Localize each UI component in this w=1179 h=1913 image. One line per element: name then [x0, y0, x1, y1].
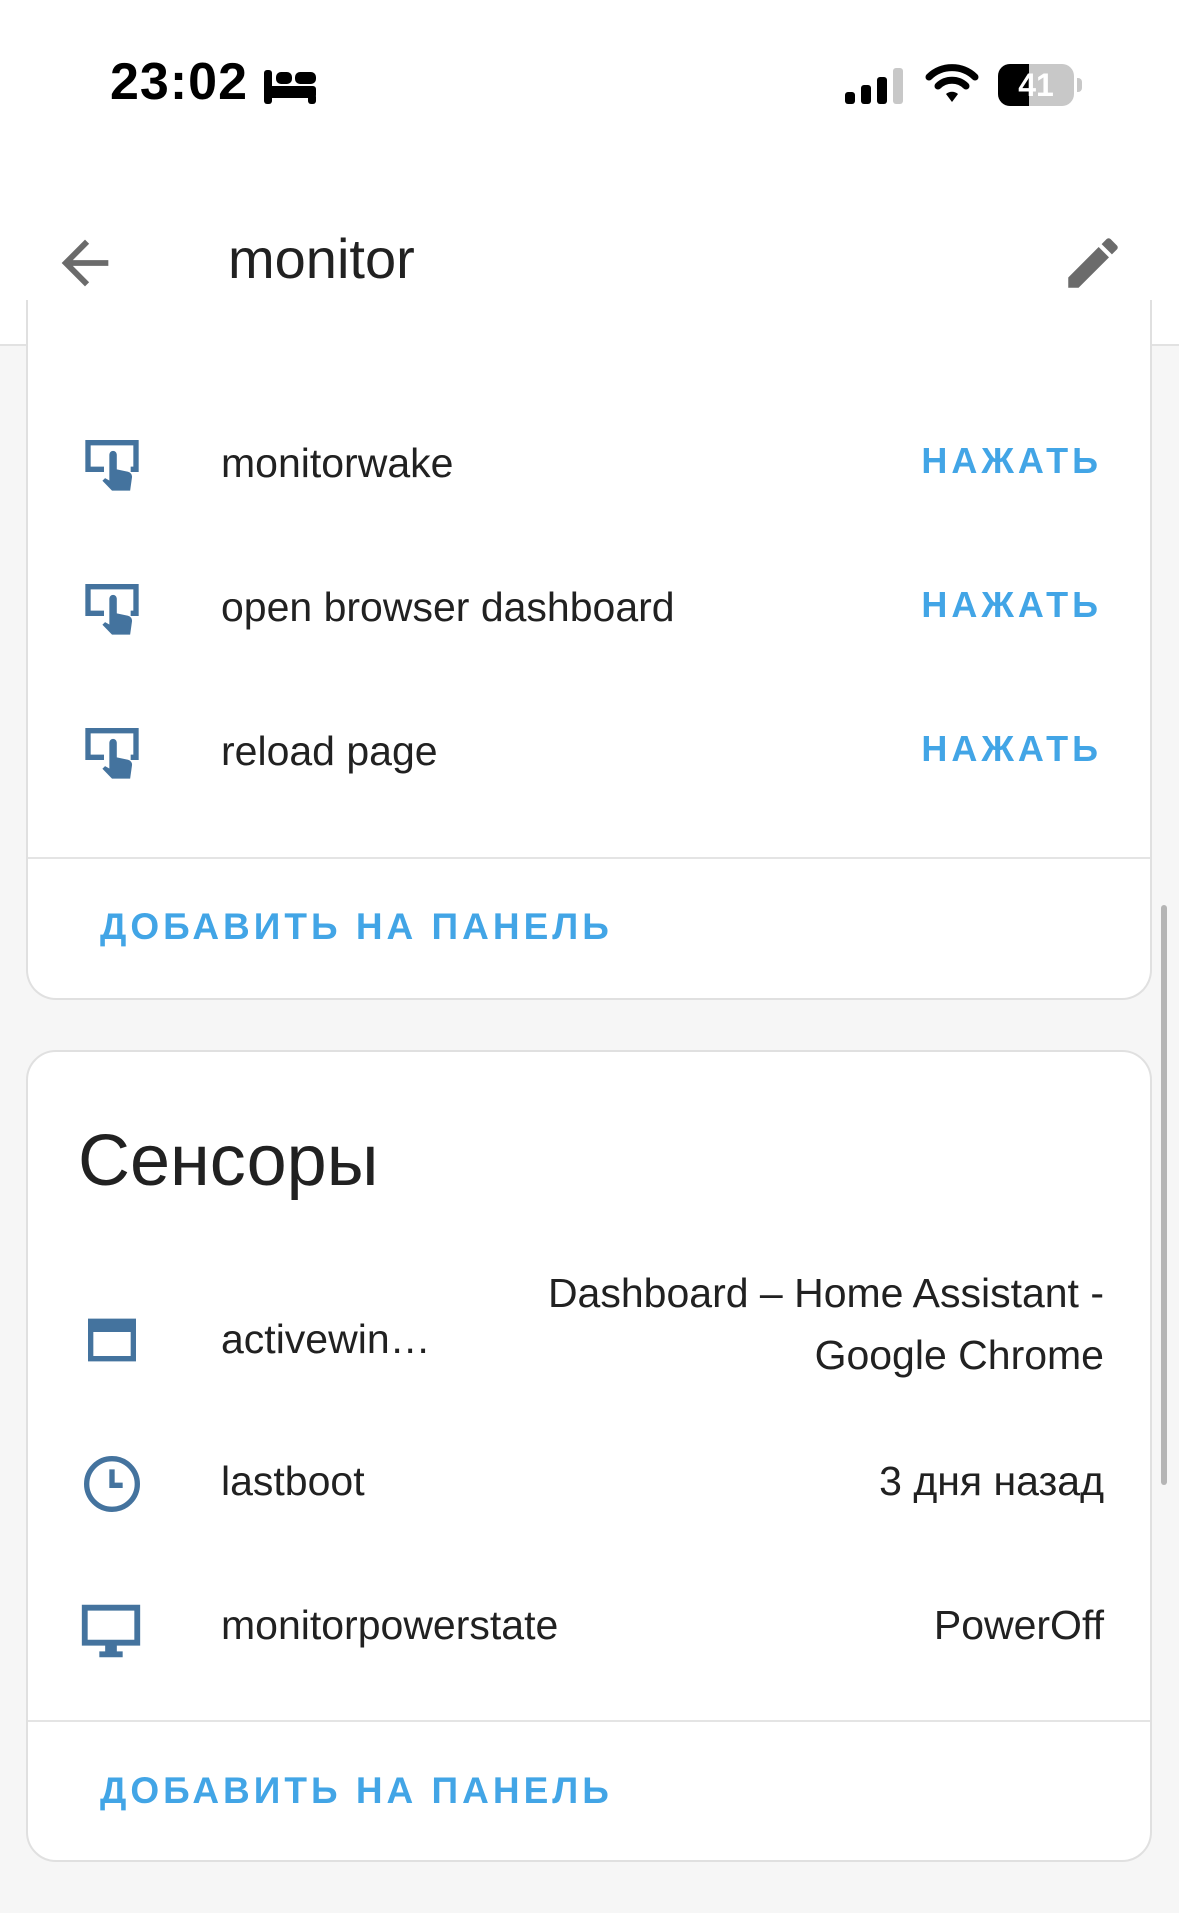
gesture-tap-button-icon — [85, 584, 139, 635]
arrow-left-icon — [61, 239, 109, 287]
press-button-monitorwake[interactable]: НАЖАТЬ — [921, 440, 1102, 482]
sensors-card: Сенсоры activewin… Dashboard – Home Assi… — [26, 1050, 1152, 1862]
sensor-value: PowerOff — [933, 1602, 1104, 1648]
add-to-dashboard-button[interactable]: ДОБАВИТЬ НА ПАНЕЛЬ — [100, 1770, 613, 1812]
list-item: reload page НАЖАТЬ — [28, 688, 1154, 808]
status-time: 23:02 — [110, 53, 248, 111]
page-title: monitor — [228, 227, 415, 290]
sensor-value-line: Dashboard – Home Assistant - — [547, 1270, 1104, 1316]
wifi-icon — [925, 64, 979, 102]
sensor-value: Dashboard – Home Assistant - Google Chro… — [548, 1262, 1104, 1386]
scrollbar[interactable] — [1161, 905, 1167, 1485]
window-icon — [88, 1318, 136, 1362]
sensor-value-line: Google Chrome — [814, 1332, 1104, 1378]
row-label: monitorwake — [221, 440, 454, 486]
row-label: lastboot — [221, 1458, 365, 1504]
card-divider — [28, 1720, 1150, 1722]
battery-icon: 41 — [998, 64, 1074, 106]
sensor-value: 3 дня назад — [879, 1458, 1104, 1504]
list-item[interactable]: activewin… Dashboard – Home Assistant - … — [28, 1262, 1154, 1432]
add-to-dashboard-button[interactable]: ДОБАВИТЬ НА ПАНЕЛЬ — [100, 906, 613, 948]
buttons-card: monitorwake НАЖАТЬ open browser dashboar… — [26, 300, 1152, 1000]
row-label: monitorpowerstate — [221, 1602, 559, 1648]
row-label: activewin… — [221, 1316, 431, 1362]
press-button-reload-page[interactable]: НАЖАТЬ — [921, 728, 1102, 770]
list-item[interactable]: lastboot 3 дня назад — [28, 1432, 1154, 1552]
clock-icon — [84, 1456, 140, 1512]
edit-button[interactable] — [1060, 230, 1126, 296]
row-label: reload page — [221, 728, 438, 774]
back-button[interactable] — [50, 228, 120, 298]
bed-icon — [264, 70, 316, 104]
gesture-tap-button-icon — [85, 440, 139, 491]
monitor-icon — [81, 1604, 141, 1658]
gesture-tap-button-icon — [85, 728, 139, 779]
status-bar: 23:02 41 — [0, 0, 1179, 170]
row-label: open browser dashboard — [221, 584, 675, 630]
card-divider — [28, 857, 1150, 859]
pencil-icon — [1068, 238, 1118, 288]
press-button-open-browser-dashboard[interactable]: НАЖАТЬ — [921, 584, 1102, 626]
card-title: Сенсоры — [78, 1121, 379, 1201]
list-item: monitorwake НАЖАТЬ — [28, 400, 1154, 520]
list-item: open browser dashboard НАЖАТЬ — [28, 544, 1154, 664]
battery-cap — [1077, 78, 1082, 92]
list-item[interactable]: monitorpowerstate PowerOff — [28, 1576, 1154, 1696]
battery-level: 41 — [1018, 67, 1054, 103]
signal-icon — [845, 68, 903, 104]
